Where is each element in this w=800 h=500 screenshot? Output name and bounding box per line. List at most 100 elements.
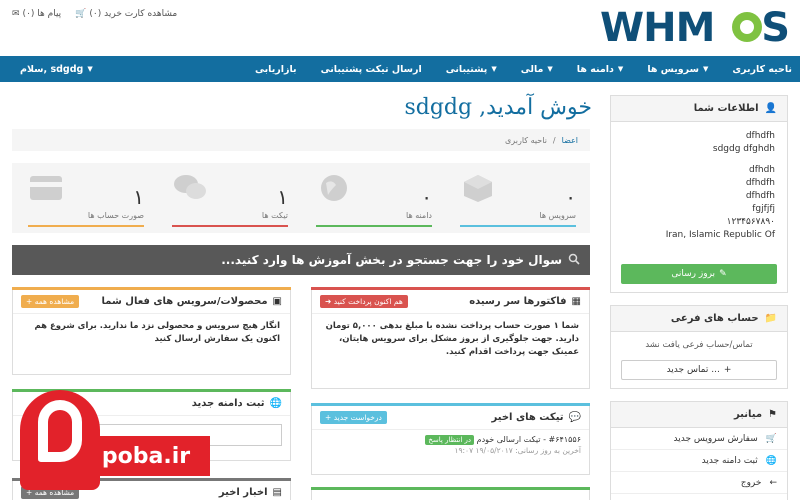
stats-tiles: ۰ سرویس ها ۰ دامنه ها ۱ تیکت ها ۱ صورت ح…: [12, 163, 590, 233]
plus-icon: +: [325, 413, 332, 422]
breadcrumb-separator: /: [552, 135, 556, 145]
ticket-title: #۶۴۱۵۵۶ - تیکت ارسالی خودم: [476, 435, 581, 444]
info-line: ۱۲۳۴۵۶۷۸۹۰: [726, 217, 775, 227]
view-all-services-button[interactable]: + مشاهده همه: [21, 295, 80, 308]
tile-label: صورت حساب ها: [87, 211, 144, 220]
user-icon: 👤: [764, 103, 777, 114]
new-ticket-label: درخواست جدید: [333, 413, 382, 422]
shortcut-register-domain[interactable]: 🌐 ثبت دامنه جدید: [611, 450, 787, 472]
tile-value: ۰: [565, 185, 576, 209]
top-bar: ✉ پیام ها (۰) 🛒 مشاهده کارت خرید (۰) WHM…: [0, 0, 800, 56]
nav-item[interactable]: دامنه ها ▼: [577, 64, 624, 75]
invoices-card-body: شما ۱ صورت حساب پرداخت نشده با مبلغ بدهی…: [325, 321, 579, 357]
shortcut-label: خروج: [740, 477, 762, 488]
new-contact-button[interactable]: تماس جدید ... +: [621, 360, 777, 380]
nav-item[interactable]: سرویس ها ▼: [647, 64, 708, 75]
services-card-body: انگار هیچ سرویس و محصولی نزد ما ندارید. …: [34, 321, 280, 344]
account-menu[interactable]: سلام, sdgdg ▼: [20, 56, 93, 82]
info-line: dfhdfh: [745, 178, 775, 188]
logo-text-tail: S: [761, 5, 790, 51]
credit-card-icon: [30, 176, 62, 200]
cube-icon: [464, 175, 492, 202]
info-line: dfhdh: [748, 165, 775, 175]
ticket-list-item[interactable]: #۶۴۱۵۵۶ - تیکت ارسالی خودم در انتظار پاس…: [312, 432, 589, 458]
tickets-card-header: 💬 تیکت های اخیر + درخواست جدید: [312, 406, 589, 430]
shortcut-logout[interactable]: ← خروج: [611, 472, 787, 494]
info-line: dfhdfh: [745, 131, 775, 141]
shortcut-order-service[interactable]: 🛒 سفارش سرویس جدید: [611, 428, 787, 450]
next-card: [311, 487, 590, 500]
messages-link[interactable]: ✉ پیام ها (۰): [12, 9, 61, 19]
info-line: fgjfjfj: [752, 204, 775, 214]
invoices-card-header: ▦ فاکتورها سر رسیده ➜ هم اکنون پرداخت کن…: [312, 290, 589, 314]
logo-text: WHM: [600, 5, 715, 51]
recent-tickets-card: 💬 تیکت های اخیر + درخواست جدید #۶۴۱۵۵۶ -…: [311, 403, 590, 475]
pay-now-label: هم اکنون پرداخت کنید: [333, 297, 403, 306]
shortcut-label: سفارش سرویس جدید: [673, 433, 758, 444]
invoices-due-card: ▦ فاکتورها سر رسیده ➜ هم اکنون پرداخت کن…: [311, 287, 590, 389]
cube-icon: ▣: [272, 296, 282, 307]
main-navbar: ناحیه کاربری سرویس ها ▼ دامنه ها ▼ مالی ▼ پشتیب…: [0, 56, 800, 82]
globe-icon: 🌐: [269, 398, 282, 409]
breadcrumb-home[interactable]: اعضا: [562, 136, 578, 145]
tile-value: ۱: [133, 185, 144, 209]
nav-item-label: بازاریابی: [254, 63, 297, 75]
your-info-panel: 👤 اطلاعات شما dfhdfh sdgdg dfghdh dfhdh …: [610, 95, 788, 293]
chevron-down-icon: ▼: [491, 65, 497, 73]
shortcuts-panel: ⚑ میانبر 🛒 سفارش سرویس جدید 🌐 ثبت دامنه …: [610, 401, 788, 500]
globe-icon: [321, 175, 347, 201]
tickets-card-title: تیکت های اخیر: [491, 412, 564, 423]
search-placeholder: سوال خود را جهت جستجو در بخش آموزش ها وا…: [221, 253, 562, 267]
tile-label: دامنه ها: [406, 211, 432, 220]
tile-invoices[interactable]: ۱ صورت حساب ها: [14, 163, 158, 233]
services-card-title: محصولات/سرویس های فعال شما: [101, 296, 268, 307]
breadcrumb-current: ناحیه کاربری: [505, 135, 547, 145]
your-info-header: 👤 اطلاعات شما: [611, 96, 787, 122]
update-info-button[interactable]: بروز رسانی ✎: [621, 264, 777, 284]
nav-item-label: دامنه ها: [576, 63, 614, 75]
card-accent: [311, 487, 590, 490]
nav-item-label: مالی: [520, 63, 544, 75]
tile-label: تیکت ها: [261, 211, 288, 220]
tile-value: ۱: [277, 185, 288, 209]
whmcs-logo[interactable]: WHM S: [600, 6, 790, 50]
nav-item[interactable]: بازاریابی: [255, 64, 297, 75]
shortcuts-header: ⚑ میانبر: [611, 402, 787, 428]
page-title: خوش آمدید, sdgdg: [404, 95, 592, 120]
update-button-label: بروز رسانی: [671, 269, 716, 279]
chevron-down-icon: ▼: [617, 65, 624, 73]
comments-icon: 💬: [568, 412, 581, 423]
watermark-text: poba.ir: [82, 436, 210, 476]
nav-item-label: پشتیبانی: [445, 63, 488, 75]
nav-menu: ناحیه کاربری سرویس ها ▼ دامنه ها ▼ مالی ▼ پشتیب…: [255, 56, 792, 82]
tile-label: سرویس ها: [539, 211, 576, 220]
news-card-title: اخبار اخیر: [218, 487, 268, 498]
tile-tickets[interactable]: ۱ تیکت ها: [158, 163, 302, 233]
view-cart-link[interactable]: 🛒 مشاهده کارت خرید (۰): [75, 9, 177, 19]
info-line: sdgdg dfghdh: [712, 144, 775, 154]
tile-services[interactable]: ۰ سرویس ها: [446, 163, 590, 233]
nav-item[interactable]: مالی ▼: [521, 64, 553, 75]
tile-domains[interactable]: ۰ دامنه ها: [302, 163, 446, 233]
new-ticket-button[interactable]: + درخواست جدید: [320, 411, 387, 424]
calculator-icon: ▦: [571, 296, 581, 307]
subaccounts-title: حساب های فرعی: [670, 313, 759, 324]
nav-item-label: سرویس ها: [647, 63, 699, 75]
tile-accent-bar: [172, 225, 288, 227]
globe-icon: 🌐: [765, 455, 777, 466]
tile-value: ۰: [421, 185, 432, 209]
cart-icon: 🛒: [765, 433, 777, 444]
your-info-body: dfhdfh sdgdg dfghdh dfhdh dfhdfh dfhdfh …: [611, 122, 787, 250]
nav-item[interactable]: ناحیه کاربری: [732, 64, 792, 75]
newspaper-icon: ▤: [272, 487, 282, 498]
watermark-logo: poba.ir: [0, 378, 212, 500]
ticket-last-update: آخرین به روز رسانی: ۱۹/۰۵/۲۰۱۷ ۱۹:۰۷: [454, 446, 581, 455]
bell-icon: ✉: [12, 9, 20, 19]
knowledgebase-search-input[interactable]: سوال خود را جهت جستجو در بخش آموزش ها وا…: [12, 245, 590, 275]
new-contact-label: تماس جدید ...: [666, 365, 720, 375]
top-links: ✉ پیام ها (۰) 🛒 مشاهده کارت خرید (۰): [12, 9, 177, 19]
pay-now-button[interactable]: ➜ هم اکنون پرداخت کنید: [320, 295, 408, 308]
gear-icon: [732, 12, 762, 42]
nav-item[interactable]: ارسال تیکت پشتیبانی: [321, 64, 422, 75]
nav-item[interactable]: پشتیبانی ▼: [446, 64, 497, 75]
